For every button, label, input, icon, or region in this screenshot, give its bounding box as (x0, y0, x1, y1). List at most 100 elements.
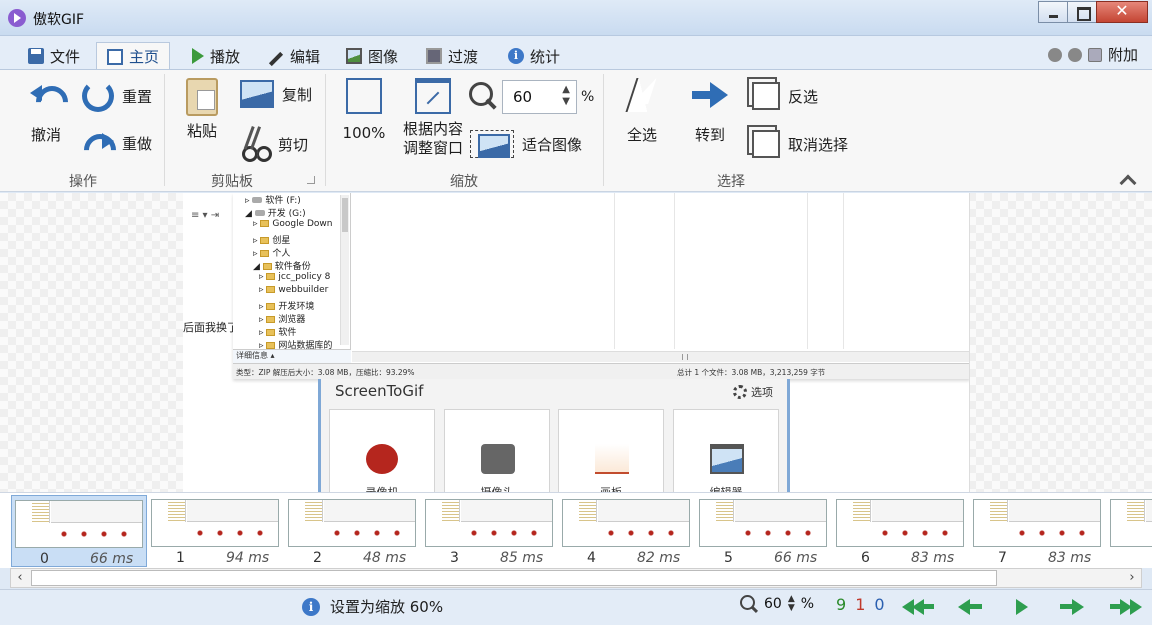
feedback-icon[interactable] (1067, 47, 1082, 62)
play-icon (1016, 599, 1028, 615)
tree-item: ▹ 开发环境 (259, 301, 315, 312)
fit-window-icon (415, 78, 451, 114)
frame-canvas[interactable]: ≡ ▾ ⇥ 后面我换了 ▹ 软件 (F:) ◢ 开发 (G:) ▹ Google… (0, 193, 1152, 492)
frame-index: 5 (724, 550, 733, 566)
redo-icon (82, 128, 114, 158)
window-controls: ✕ (1038, 1, 1148, 23)
reset-button[interactable]: 重置 (82, 80, 152, 112)
cut-button[interactable]: 剪切 (240, 126, 308, 162)
frame-thumbnail[interactable]: 3 85 ms (422, 495, 558, 567)
stg-title: ScreenToGif (335, 382, 424, 400)
zoom-spin-arrows-icon[interactable]: ▲ ▼ (562, 84, 570, 108)
frame-preview (562, 499, 690, 547)
play-button[interactable] (1006, 597, 1038, 617)
frame-delay: 83 ms (911, 550, 955, 566)
tab-play[interactable]: 播放 (182, 42, 250, 70)
frame-thumbnail[interactable]: 1 94 ms (148, 495, 284, 567)
tab-edit[interactable]: 编辑 (258, 42, 330, 70)
user-icon[interactable] (1047, 47, 1062, 62)
tab-extras[interactable]: 附加 (1047, 44, 1138, 65)
frame-thumbnail[interactable] (1107, 495, 1152, 567)
zoom-value[interactable]: 60 (513, 88, 532, 106)
frame-strip-scrollbar[interactable]: ‹ › (10, 568, 1142, 588)
explorer-statusbar: 类型：ZIP 解压后大小：3.08 MB，压缩比：93.29% 总计 1 个文件… (233, 363, 969, 379)
drive-icon (254, 210, 265, 217)
next-frame-button[interactable] (1058, 597, 1090, 617)
scrollbar-thumb[interactable] (31, 570, 997, 586)
collapse-ribbon-icon[interactable] (1119, 174, 1137, 192)
camera-icon (481, 444, 515, 474)
goto-button[interactable]: 转到 (690, 78, 730, 145)
folder-tree: ▹ 软件 (F:) ◢ 开发 (G:) ▹ Google Down ▹ 创星 ▹… (233, 193, 351, 363)
title-bar: 傲软GIF ✕ (0, 0, 1152, 36)
frame-strip[interactable]: 0 66 ms 1 94 ms 2 48 ms 3 85 ms 4 82 ms … (0, 492, 1152, 568)
status-zoom[interactable]: 60 ▲ ▼ % (740, 595, 814, 613)
folder-icon (266, 286, 276, 294)
frame-thumbnail[interactable]: 6 83 ms (833, 495, 969, 567)
zoom-100-button[interactable]: 100% (342, 78, 386, 142)
frame-preview (288, 499, 416, 547)
paste-button[interactable]: 粘贴 (184, 78, 220, 141)
explorer-window: ▹ 软件 (F:) ◢ 开发 (G:) ▹ Google Down ▹ 创星 ▹… (233, 193, 969, 379)
tab-home[interactable]: 主页 (96, 42, 171, 70)
fit-window-button[interactable]: 根据内容 调整窗口 (398, 78, 468, 158)
tab-home-label: 主页 (129, 48, 160, 66)
deselect-button[interactable]: 取消选择 (752, 130, 848, 158)
tab-stats[interactable]: i 统计 (498, 42, 570, 70)
frame-current-index: 0 (874, 595, 885, 614)
frame-thumbnail[interactable]: 2 48 ms (285, 495, 421, 567)
tab-image[interactable]: 图像 (336, 42, 408, 70)
frame-thumbnail[interactable]: 4 82 ms (559, 495, 695, 567)
frame-preview (973, 499, 1101, 547)
folder-icon (266, 328, 276, 336)
last-frame-button[interactable] (1110, 597, 1142, 617)
select-all-button[interactable]: 全选 (622, 78, 662, 145)
redo-button[interactable]: 重做 (82, 128, 152, 158)
close-button[interactable]: ✕ (1096, 1, 1148, 23)
list-hscrollbar (352, 351, 969, 362)
tab-file[interactable]: 文件 (18, 42, 90, 70)
frame-preview (15, 500, 143, 548)
tree-item: ▹ jcc_policy 8 (259, 272, 331, 283)
magnifier-icon (469, 82, 497, 110)
clipboard-launcher-icon[interactable] (307, 176, 315, 184)
frame-thumbnail[interactable]: 5 66 ms (696, 495, 832, 567)
status-zoom-percent: % (800, 596, 815, 612)
info-icon: i (302, 597, 320, 616)
frame-thumbnail[interactable]: 7 83 ms (970, 495, 1106, 567)
previous-frame-button[interactable] (954, 597, 986, 617)
frame-delay: 85 ms (500, 550, 544, 566)
magnifier-icon (740, 595, 758, 613)
stg-card-editor: 编辑器 (673, 409, 779, 492)
transparent-area (970, 193, 1152, 492)
current-frame-image: ≡ ▾ ⇥ 后面我换了 ▹ 软件 (F:) ◢ 开发 (G:) ▹ Google… (183, 193, 970, 492)
window-title: 傲软GIF (33, 12, 85, 28)
zoom-100-icon (346, 78, 382, 114)
scroll-left-icon[interactable]: ‹ (11, 570, 29, 586)
first-frame-button[interactable] (902, 597, 934, 617)
tab-transition[interactable]: 过渡 (416, 42, 488, 70)
fit-image-button[interactable]: 适合图像 (470, 130, 582, 158)
maximize-button[interactable] (1067, 1, 1097, 23)
zoom-spin-icon[interactable]: ▲ ▼ (788, 595, 795, 613)
pen-icon (268, 51, 284, 67)
file-list (352, 193, 969, 351)
status-zoom-value[interactable]: 60 (764, 596, 782, 612)
home-icon (107, 48, 123, 65)
undo-button[interactable]: 撤消 (26, 78, 66, 145)
scroll-right-icon[interactable]: › (1123, 570, 1141, 586)
zoom-stepper[interactable]: 60 ▲ ▼ (502, 80, 577, 114)
minimize-button[interactable] (1038, 1, 1068, 23)
tree-item: ▹ 软件 (259, 327, 297, 338)
tab-play-label: 播放 (210, 47, 241, 66)
tab-extras-label: 附加 (1107, 46, 1138, 64)
screentogif-window: ScreenToGif 选项 录像机 摄像头 画板 编辑器 (318, 379, 790, 492)
deselect-label: 取消选择 (788, 135, 849, 154)
frame-thumbnail[interactable]: 0 66 ms (11, 495, 147, 567)
tab-file-label: 文件 (50, 47, 81, 66)
tree-item: ▹ 浏览器 (259, 314, 306, 325)
folder-icon (260, 236, 270, 244)
invert-selection-button[interactable]: 反选 (752, 82, 818, 110)
copy-button[interactable]: 复制 (240, 80, 312, 108)
paste-icon (186, 78, 218, 116)
